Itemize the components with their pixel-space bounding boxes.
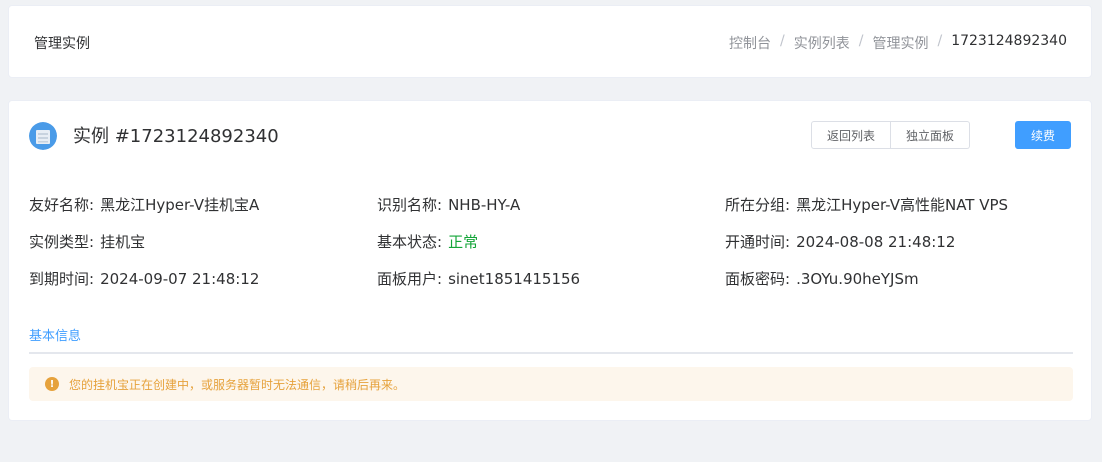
info-value: .3OYu.90heYJSm [796, 270, 919, 288]
info-label: 到期时间: [29, 270, 95, 288]
breadcrumb: 控制台 / 实例列表 / 管理实例 / 1723124892340 [729, 33, 1067, 53]
info-group: 所在分组: 黑龙江Hyper-V高性能NAT VPS [725, 194, 1073, 215]
standalone-panel-button[interactable]: 独立面板 [890, 121, 970, 149]
breadcrumb-instance-list[interactable]: 实例列表 [794, 33, 850, 53]
info-value: sinet1851415156 [448, 270, 581, 288]
info-friendly-name: 友好名称: 黑龙江Hyper-V挂机宝A [29, 194, 377, 215]
instance-card: 实例 #1723124892340 返回列表 独立面板 续费 友好名称: 黑龙江H… [8, 100, 1092, 421]
info-value: 黑龙江Hyper-V高性能NAT VPS [796, 196, 1009, 214]
warning-alert: ! 您的挂机宝正在创建中，或服务器暂时无法通信，请稍后再来。 [29, 367, 1073, 401]
server-icon [29, 122, 57, 150]
status-value: 正常 [448, 233, 479, 251]
info-label: 识别名称: [377, 196, 443, 214]
info-value: NHB-HY-A [448, 196, 521, 214]
info-label: 面板密码: [725, 270, 791, 288]
info-row: 实例类型: 挂机宝 基本状态: 正常 开通时间: 2024-08-08 21:48:1… [29, 223, 1073, 260]
info-label: 开通时间: [725, 233, 791, 251]
instance-tabs: 基本信息 [29, 323, 1073, 354]
page-title: 管理实例 [34, 36, 90, 52]
info-identifier: 识别名称: NHB-HY-A [377, 194, 725, 215]
info-value: 2024-08-08 21:48:12 [796, 233, 956, 251]
info-panel-password: 面板密码: .3OYu.90heYJSm [725, 268, 1073, 289]
info-label: 友好名称: [29, 196, 95, 214]
alert-text: 您的挂机宝正在创建中，或服务器暂时无法通信，请稍后再来。 [69, 377, 406, 392]
breadcrumb-separator: / [780, 33, 785, 49]
breadcrumb-separator: / [858, 33, 864, 49]
warning-icon: ! [45, 377, 59, 391]
breadcrumb-separator: / [937, 33, 943, 49]
renew-button[interactable]: 续费 [1015, 121, 1071, 149]
back-to-list-button[interactable]: 返回列表 [810, 121, 891, 149]
info-status: 基本状态: 正常 [377, 231, 725, 252]
breadcrumb-console[interactable]: 控制台 [729, 33, 771, 53]
info-value: 2024-09-07 21:48:12 [100, 270, 260, 288]
info-label: 面板用户: [377, 270, 443, 288]
breadcrumb-manage-instance[interactable]: 管理实例 [872, 33, 928, 53]
info-expire-time: 到期时间: 2024-09-07 21:48:12 [29, 268, 377, 289]
info-label: 实例类型: [29, 233, 95, 251]
info-panel-user: 面板用户: sinet1851415156 [377, 268, 725, 289]
info-label: 所在分组: [725, 196, 791, 214]
instance-info-grid: 友好名称: 黑龙江Hyper-V挂机宝A 识别名称: NHB-HY-A 所在分组: 黑… [29, 186, 1073, 297]
info-open-time: 开通时间: 2024-08-08 21:48:12 [725, 231, 1073, 252]
tab-basic-info[interactable]: 基本信息 [29, 323, 81, 344]
instance-actions: 返回列表 独立面板 [810, 121, 970, 149]
info-row: 到期时间: 2024-09-07 21:48:12 面板用户: sinet18514… [29, 260, 1073, 297]
instance-title: 实例 #1723124892340 [73, 126, 279, 147]
info-instance-type: 实例类型: 挂机宝 [29, 231, 377, 252]
breadcrumb-current-instance: 1723124892340 [951, 33, 1067, 49]
info-value: 黑龙江Hyper-V挂机宝A [100, 196, 260, 214]
info-row: 友好名称: 黑龙江Hyper-V挂机宝A 识别名称: NHB-HY-A 所在分组: 黑… [29, 186, 1073, 223]
info-value: 挂机宝 [100, 233, 146, 251]
info-label: 基本状态: [377, 233, 443, 251]
header-card: 管理实例 控制台 / 实例列表 / 管理实例 / 1723124892340 [8, 5, 1092, 78]
